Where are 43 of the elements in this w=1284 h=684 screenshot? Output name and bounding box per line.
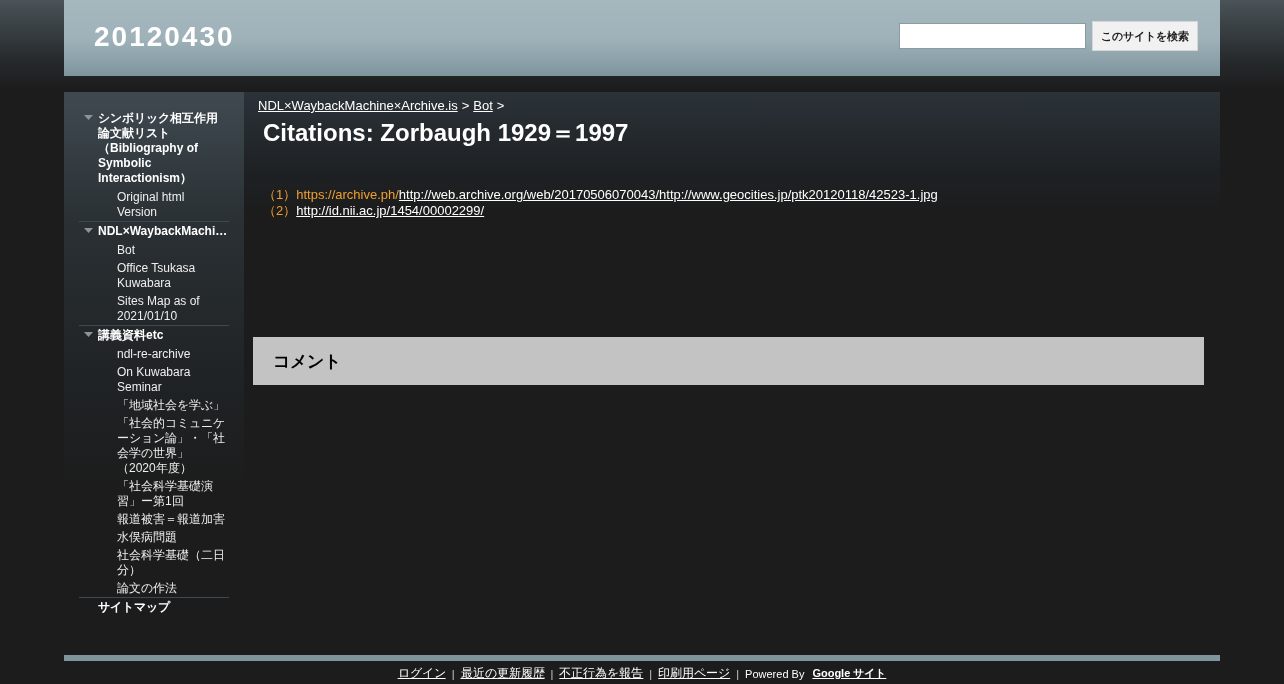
sidebar-subitem[interactable]: 報道被害＝報道加害 [79, 510, 227, 528]
citation-link[interactable]: http://id.nii.ac.jp/1454/00002299/ [296, 203, 485, 219]
powered-by-text: Powered By [745, 667, 805, 680]
footer-link[interactable]: 最近の更新履歴 [460, 665, 545, 682]
footer-separator: | [451, 667, 455, 680]
search-field[interactable] [899, 23, 1086, 49]
sidebar-subitem[interactable]: Office Tsukasa Kuwabara [79, 259, 227, 292]
archive-prefix-text: https://archive.ph/ [296, 187, 399, 203]
expand-arrow-icon[interactable] [84, 115, 93, 120]
footer-link[interactable]: ログイン [397, 665, 446, 682]
breadcrumb-link[interactable]: NDL×WaybackMachine×Archive.is [258, 98, 458, 113]
comment-heading: コメント [273, 350, 341, 373]
breadcrumb-separator: > [496, 98, 505, 113]
footer-link[interactable]: 印刷用ページ [658, 665, 731, 682]
page-title: Citations: Zorbaugh 1929＝1997 [263, 118, 630, 148]
sidebar-subitem[interactable]: 「地域社会を学ぶ」 [79, 396, 227, 414]
expand-arrow-icon[interactable] [84, 228, 93, 233]
sidebar-subitem[interactable]: ndl-re-archive [79, 345, 227, 363]
sidebar-subitem[interactable]: Bot [79, 241, 227, 259]
footer-separator: | [649, 667, 653, 680]
citation-number: （1） [263, 187, 297, 203]
breadcrumb-separator: > [461, 98, 470, 113]
footer-link[interactable]: 不正行為を報告 [559, 665, 644, 682]
citation-link[interactable]: http://web.archive.org/web/20170506070043/http://www.geocities.jp/ptk20120118/42523-1.jpg [398, 187, 938, 203]
sidebar-item[interactable]: 講義資料etc [98, 328, 229, 343]
sidebar-subitem[interactable]: 論文の作法 [79, 579, 227, 597]
sidebar-subitem[interactable]: 社会科学基礎（二日分） [79, 546, 227, 579]
sidebar-subitem[interactable]: 水俣病問題 [79, 528, 227, 546]
footer-separator: | [736, 667, 740, 680]
citation-number: （2） [263, 203, 297, 219]
sidebar-item[interactable]: シンボリック相互作用論文献リスト（Bibliography of Symbolic Interactionism） [98, 111, 229, 186]
sidebar-subitem[interactable]: 「社会科学基礎演習」ー第1回 [79, 477, 227, 510]
sidebar-subitem[interactable]: 「社会的コミュニケーション論」・「社会学の世界」（2020年度） [79, 414, 227, 477]
footer-separator: | [550, 667, 554, 680]
sidebar-subitem[interactable]: Sites Map as of 2021/01/10 [79, 292, 227, 325]
sidebar-item[interactable]: NDL×WaybackMachi… [98, 224, 229, 239]
breadcrumb-link[interactable]: Bot [473, 98, 493, 113]
sidebar-subitem[interactable]: Original html Version [79, 188, 227, 221]
sidebar-subitem[interactable]: On Kuwabara Seminar [79, 363, 227, 396]
search-button[interactable]: このサイトを検索 [1092, 21, 1198, 51]
expand-arrow-icon[interactable] [84, 332, 93, 337]
brand-link[interactable]: Google サイト [812, 666, 887, 681]
sidebar-item[interactable]: サイトマップ [98, 600, 229, 615]
